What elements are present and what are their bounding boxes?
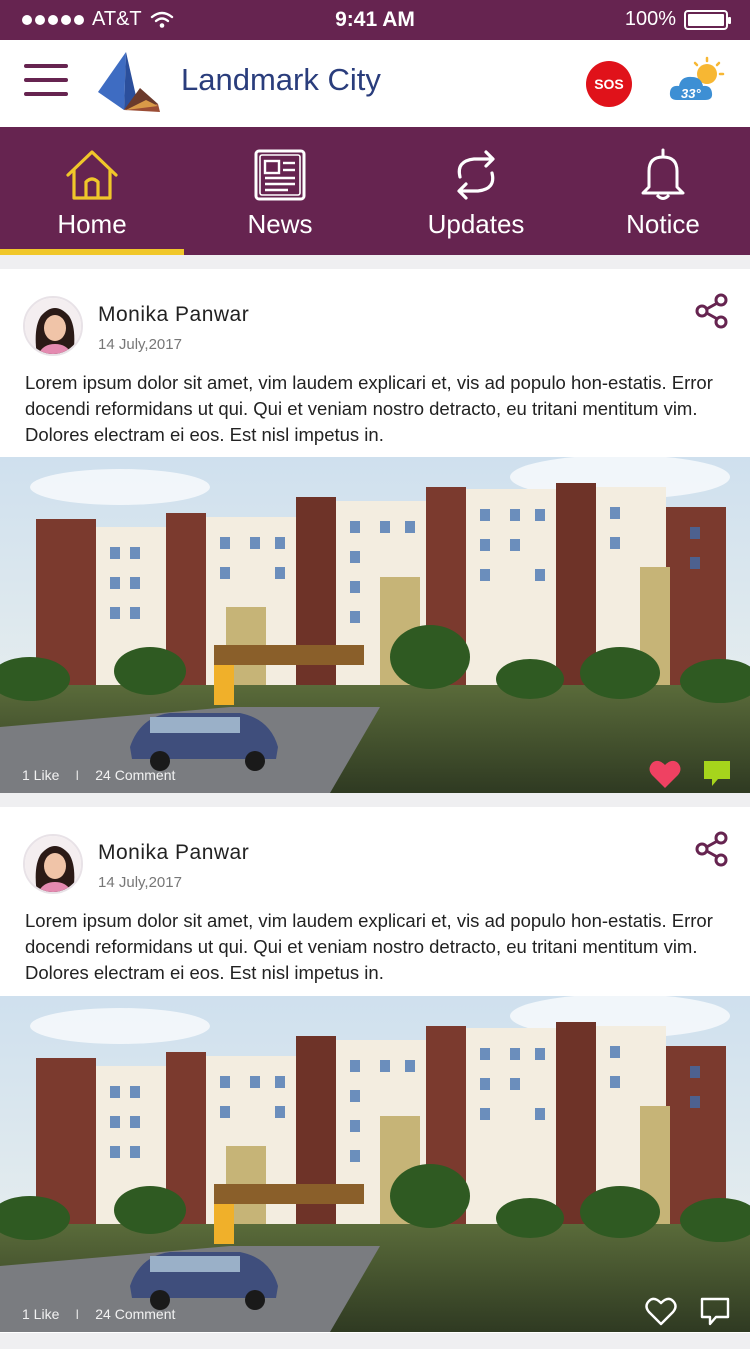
heart-outline-icon[interactable] [644,1295,678,1327]
tab-label: News [247,209,313,239]
post-image[interactable]: 1 Like I 24 Comment [0,996,750,1332]
temperature-label: 33° [681,86,701,101]
tab-news[interactable]: News [184,127,376,255]
comment-icon[interactable] [700,757,734,789]
refresh-icon [457,150,495,200]
weather-widget[interactable]: 33° [667,56,727,106]
app-logo [98,52,160,112]
share-icon[interactable] [694,831,730,867]
tab-notice[interactable]: Notice [576,127,750,255]
post-card: Monika Panwar 14 July,2017 Lorem ipsum d… [0,269,750,793]
app-title: Landmark City [181,62,381,97]
main-nav: Home News Updates Notice [0,127,750,255]
battery-icon [684,9,731,30]
post-card: Monika Panwar 14 July,2017 Lorem ipsum d… [0,807,750,1333]
post-date: 14 July,2017 [98,336,182,353]
post-stats: 1 Like I 24 Comment [22,1306,176,1322]
comment-count[interactable]: 24 Comment [95,767,175,783]
tab-label: Updates [427,209,525,239]
comment-outline-icon[interactable] [698,1295,732,1327]
bell-icon [641,148,685,200]
comment-count[interactable]: 24 Comment [95,1306,175,1322]
tab-home[interactable]: Home [0,127,184,255]
like-count[interactable]: 1 Like [22,1306,59,1322]
active-tab-indicator [0,249,184,255]
weather-icon: 33° [669,56,725,101]
tab-updates[interactable]: Updates [376,127,576,255]
post-image[interactable]: 1 Like I 24 Comment [0,457,750,793]
building-photo [0,457,750,793]
tab-label: Home [57,209,127,239]
post-stats: 1 Like I 24 Comment [22,767,176,783]
home-icon [66,150,118,200]
battery-status: 100% [624,8,731,31]
avatar[interactable] [23,834,83,894]
menu-button[interactable] [24,64,68,100]
like-count[interactable]: 1 Like [22,767,59,783]
app-header: Landmark City SOS 33° [0,40,750,127]
post-date: 14 July,2017 [98,874,182,891]
battery-percent: 100% [624,8,676,30]
post-text: Lorem ipsum dolor sit amet, vim laudem e… [25,910,713,983]
heart-icon[interactable] [648,758,682,790]
share-icon[interactable] [694,293,730,329]
tab-label: Notice [626,209,700,239]
post-text: Lorem ipsum dolor sit amet, vim laudem e… [25,372,713,445]
post-author[interactable]: Monika Panwar [98,303,249,327]
post-author[interactable]: Monika Panwar [98,841,249,865]
sos-button[interactable]: SOS [586,61,632,107]
hamburger-icon [24,64,68,68]
status-bar: AT&T 9:41 AM 100% [0,0,750,40]
building-photo [0,996,750,1332]
newspaper-icon [254,149,306,201]
avatar[interactable] [23,296,83,356]
